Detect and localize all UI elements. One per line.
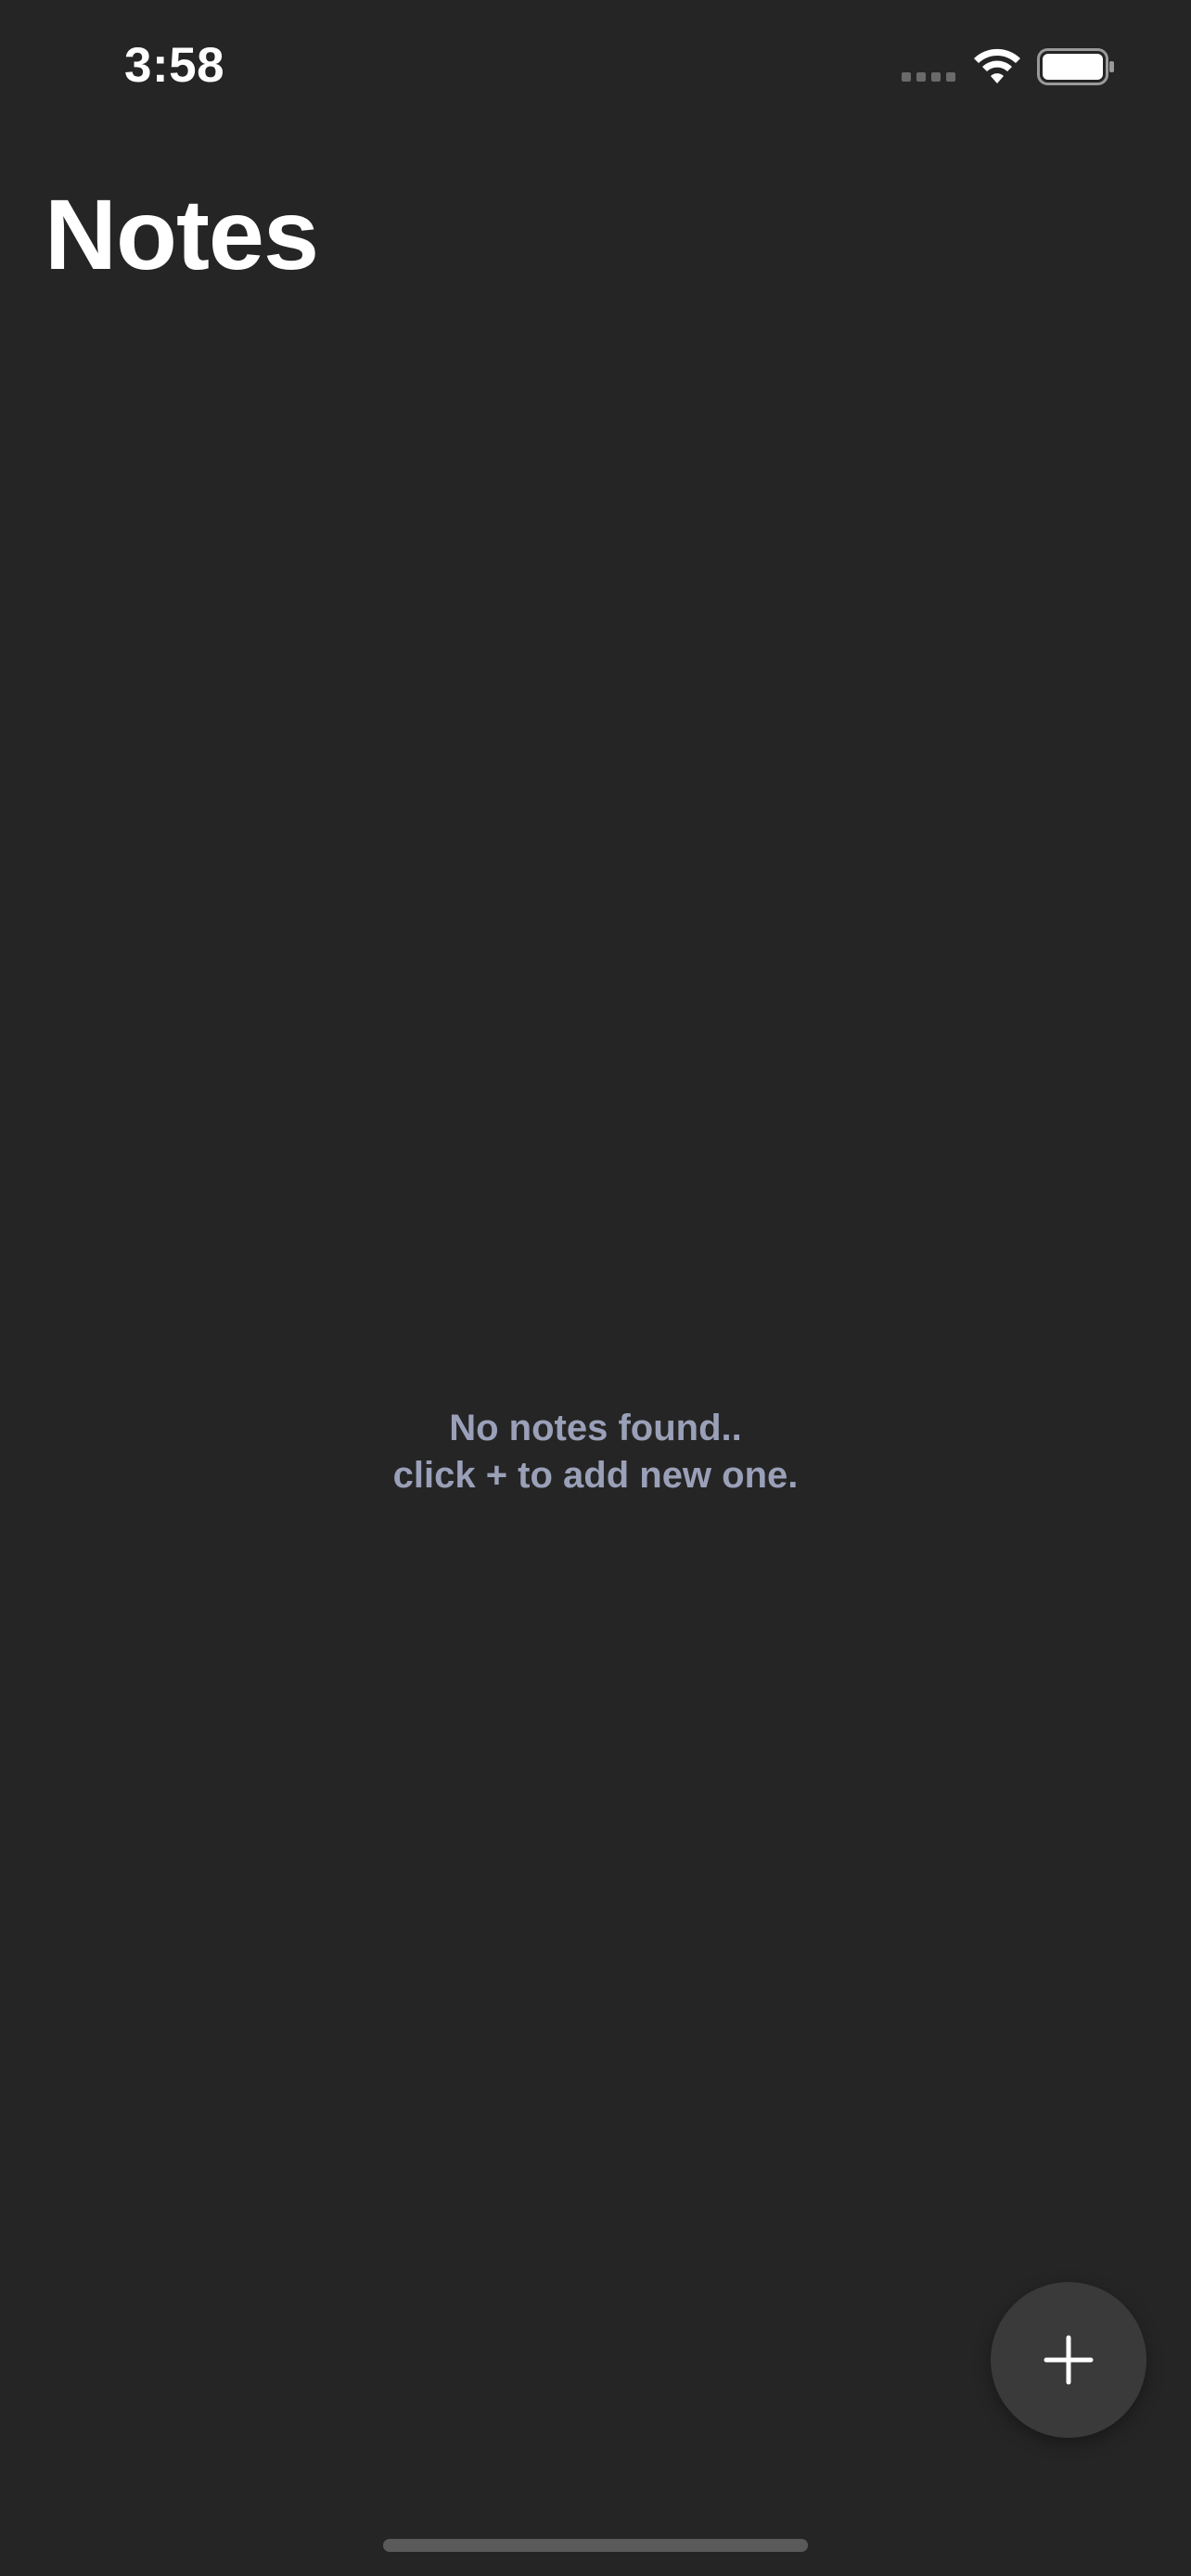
plus-icon (1044, 2335, 1094, 2385)
empty-state-line-1: No notes found.. (449, 1408, 742, 1448)
home-indicator[interactable] (383, 2539, 808, 2552)
wifi-icon (971, 46, 1023, 87)
status-bar: 3:58 (0, 0, 1191, 139)
add-note-button[interactable] (991, 2282, 1146, 2438)
empty-state-line-2: click + to add new one. (392, 1455, 799, 1496)
status-time: 3:58 (124, 38, 225, 93)
page-title: Notes (45, 178, 319, 290)
battery-icon (1037, 48, 1115, 85)
signal-icon (902, 72, 957, 85)
empty-state-message: No notes found.. click + to add new one. (0, 1405, 1191, 1499)
